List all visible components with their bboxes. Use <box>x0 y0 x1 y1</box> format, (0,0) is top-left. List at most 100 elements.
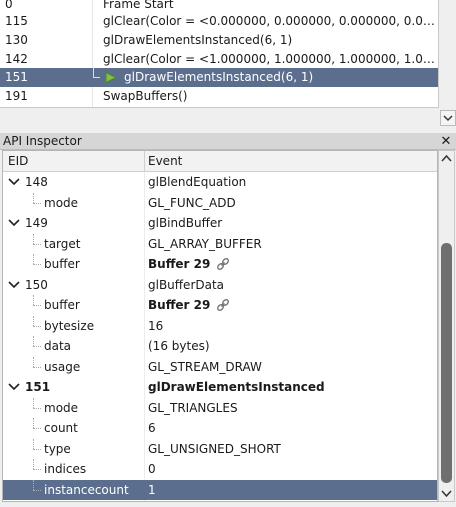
panel-title-bar: API Inspector ✕ <box>0 133 456 150</box>
param-name: indices <box>44 462 87 476</box>
event-name: glDrawElementsInstanced(6, 1) <box>103 33 293 47</box>
link-icon[interactable] <box>216 298 230 312</box>
param-name: instancecount <box>44 482 129 497</box>
tree-row-param[interactable]: usage GL_STREAM_DRAW <box>3 356 437 378</box>
chevron-down-icon[interactable] <box>7 382 21 392</box>
event-browser: 0 Frame Start 115 glClear(Color = <0.000… <box>0 0 456 128</box>
tree-row-param[interactable]: mode GL_FUNC_ADD <box>3 192 437 214</box>
column-divider <box>144 151 145 172</box>
tree-row-param[interactable]: target GL_ARRAY_BUFFER <box>3 233 437 255</box>
event-eid: 142 <box>5 52 28 66</box>
call-name: glBindBuffer <box>148 216 223 230</box>
api-inspector-tree[interactable]: EID Event 148 glBlendEquation mode GL_FU… <box>2 150 438 502</box>
event-row[interactable]: 191 SwapBuffers() <box>0 87 438 106</box>
event-list-scrollbar[interactable] <box>440 0 456 128</box>
tree-header: EID Event <box>3 151 437 172</box>
tree-branch-line <box>33 418 43 438</box>
tree-branch-line <box>33 192 43 213</box>
tree-branch-line <box>33 233 43 254</box>
column-header-eid[interactable]: EID <box>8 151 28 172</box>
event-row[interactable]: 130 glDrawElementsInstanced(6, 1) <box>0 31 438 50</box>
param-value: (16 bytes) <box>148 339 210 353</box>
call-eid-cell: 148 <box>7 172 144 193</box>
param-value: GL_ARRAY_BUFFER <box>148 236 262 251</box>
param-value: 16 <box>148 318 164 333</box>
event-row[interactable]: 142 glClear(Color = <1.000000, 1.000000,… <box>0 50 438 69</box>
event-row-selected[interactable]: 151 glDrawElementsInstanced(6, 1) <box>0 68 438 87</box>
play-icon <box>105 72 117 83</box>
param-name: bytesize <box>44 318 95 333</box>
tree-row-param[interactable]: data (16 bytes) <box>3 336 437 357</box>
call-eid: 150 <box>25 277 48 292</box>
call-eid: 149 <box>25 216 48 230</box>
tree-row-param-selected[interactable]: instancecount 1 <box>3 479 437 500</box>
event-name: glDrawElementsInstanced(6, 1) <box>124 70 314 84</box>
event-eid: 130 <box>5 33 28 47</box>
param-value: 6 <box>148 421 156 435</box>
buffer-link[interactable]: Buffer 29 <box>148 257 210 271</box>
event-row[interactable]: 115 glClear(Color = <0.000000, 0.000000,… <box>0 12 438 31</box>
call-eid-cell: 149 <box>7 213 144 234</box>
param-value: GL_TRIANGLES <box>148 400 238 415</box>
event-eid: 115 <box>5 14 28 28</box>
tree-branch-line <box>33 438 43 459</box>
call-name: glBufferData <box>148 277 225 292</box>
param-value: 1 <box>148 482 156 497</box>
tree-branch-line <box>93 68 101 87</box>
param-name: buffer <box>44 257 80 271</box>
inspector-scrollbar[interactable] <box>438 150 455 502</box>
param-value-cell: Buffer 29 <box>148 295 437 316</box>
scroll-thumb[interactable] <box>441 243 452 483</box>
tree-row-call[interactable]: 148 glBlendEquation <box>3 172 437 193</box>
event-name: glClear(Color = <1.000000, 1.000000, 1.0… <box>103 52 437 66</box>
tree-branch-line <box>33 459 43 479</box>
column-header-event[interactable]: Event <box>148 151 182 172</box>
close-icon[interactable]: ✕ <box>440 133 452 150</box>
tree-row-call[interactable]: 149 glBindBuffer <box>3 213 437 234</box>
param-value: 0 <box>148 462 156 476</box>
chevron-down-icon[interactable] <box>7 280 21 290</box>
tree-branch-line <box>33 295 43 315</box>
tree-row-param[interactable]: mode GL_TRIANGLES <box>3 397 437 419</box>
tree-row-param[interactable]: indices 0 <box>3 459 437 480</box>
link-icon[interactable] <box>216 257 230 271</box>
event-eid: 151 <box>5 70 28 84</box>
call-eid-cell: 150 <box>7 275 144 296</box>
call-name: glDrawElementsInstanced <box>148 380 325 394</box>
tree-branch-line <box>33 397 43 418</box>
tree-row-param[interactable]: type GL_UNSIGNED_SHORT <box>3 438 437 460</box>
chevron-down-icon[interactable] <box>439 485 454 501</box>
tree-row-param[interactable]: bytesize 16 <box>3 315 437 337</box>
event-eid: 191 <box>5 89 28 103</box>
chevron-down-icon[interactable] <box>7 218 21 228</box>
call-eid: 151 <box>25 380 51 394</box>
param-value-cell: Buffer 29 <box>148 254 437 275</box>
tree-row-param[interactable]: count 6 <box>3 418 437 439</box>
event-name: SwapBuffers() <box>103 89 188 103</box>
param-value: GL_UNSIGNED_SHORT <box>148 441 281 456</box>
tree-row-param[interactable]: buffer Buffer 29 <box>3 254 437 275</box>
buffer-link[interactable]: Buffer 29 <box>148 298 210 312</box>
scroll-down-button[interactable] <box>440 110 456 126</box>
event-name: glClear(Color = <0.000000, 0.000000, 0.0… <box>103 14 437 28</box>
param-name: usage <box>44 359 81 374</box>
param-name: count <box>44 421 78 435</box>
chevron-up-icon[interactable] <box>439 151 454 167</box>
tree-branch-line <box>33 356 43 377</box>
param-name: buffer <box>44 298 80 312</box>
param-name: target <box>44 236 81 251</box>
tree-row-param[interactable]: buffer Buffer 29 <box>3 295 437 316</box>
tree-row-call-current[interactable]: 151 glDrawElementsInstanced <box>3 377 437 398</box>
call-eid: 148 <box>25 175 48 189</box>
event-list[interactable]: 0 Frame Start 115 glClear(Color = <0.000… <box>0 0 439 108</box>
tree-row-call[interactable]: 150 glBufferData <box>3 275 437 296</box>
tree-branch-line <box>33 254 43 274</box>
chevron-down-icon <box>443 115 453 122</box>
chevron-down-icon[interactable] <box>7 177 21 187</box>
param-value: GL_STREAM_DRAW <box>148 359 262 374</box>
call-name: glBlendEquation <box>148 175 247 189</box>
tree-branch-line <box>33 479 43 500</box>
param-name: data <box>44 339 72 353</box>
tree-branch-line <box>33 315 43 336</box>
param-name: type <box>44 441 71 456</box>
